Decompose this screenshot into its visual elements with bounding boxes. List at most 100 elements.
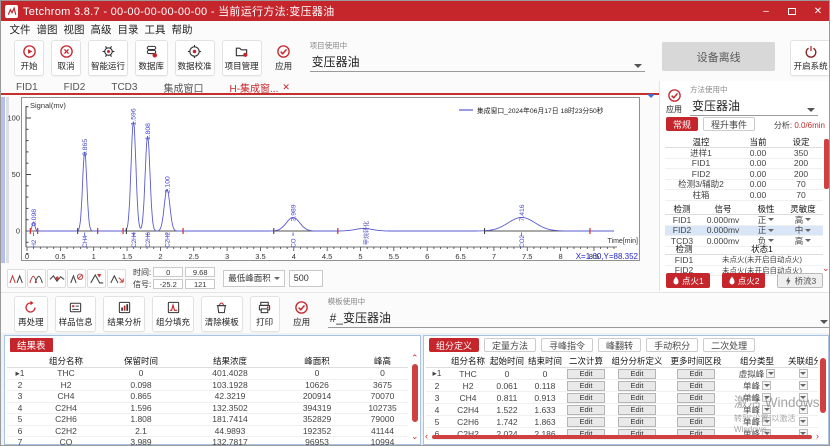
power-on-button[interactable]: 开启系统 bbox=[790, 40, 830, 76]
chromatogram-chart[interactable]: 05010000.511.522.533.544.555.566.577.588… bbox=[1, 97, 643, 263]
time-segments-edit-button[interactable]: Edit bbox=[677, 369, 715, 379]
maximize-button[interactable] bbox=[779, 1, 805, 21]
results-tab[interactable]: 结果表 bbox=[10, 338, 53, 352]
temperature-row[interactable]: 进样10.00350 bbox=[665, 148, 823, 159]
results-row[interactable]: 6C2H22.144.989319235241144 bbox=[7, 426, 408, 438]
chevron-down-icon bbox=[768, 218, 774, 221]
time-segments-edit-button[interactable]: Edit bbox=[677, 381, 715, 391]
tab-component-definition[interactable]: 组分定义 bbox=[429, 338, 479, 352]
menu-item[interactable]: 高级 bbox=[90, 22, 112, 37]
panel-scrollbar[interactable] bbox=[824, 139, 829, 189]
menu-item[interactable]: 视图 bbox=[63, 22, 85, 37]
scroll-up-chevron[interactable]: ⌃ bbox=[411, 354, 419, 362]
related-component-select[interactable] bbox=[788, 369, 818, 378]
results-row[interactable]: 7CO3.989132.78179695310994 bbox=[7, 437, 408, 446]
analysis-definition-edit-button[interactable]: Edit bbox=[618, 405, 656, 415]
component-type-select[interactable]: 单峰 bbox=[726, 380, 788, 392]
definition-hscrollbar[interactable] bbox=[432, 435, 812, 439]
tab-close-icon[interactable]: ✕ bbox=[282, 82, 290, 93]
analysis-definition-edit-button[interactable]: Edit bbox=[618, 417, 656, 427]
definition-row[interactable]: ▸1THC00 Edit Edit Edit 虚拟峰 bbox=[426, 368, 818, 380]
ignite1-button[interactable]: 点火1 bbox=[666, 273, 710, 288]
project-select[interactable]: 项目使用中 变压器油 bbox=[310, 40, 645, 72]
tab-peak-search[interactable]: 寻峰指令 bbox=[541, 338, 593, 352]
tab-peak-flip[interactable]: 峰翻转 bbox=[598, 338, 641, 352]
component-type-select[interactable]: 虚拟峰 bbox=[726, 368, 788, 380]
bridge-current-button[interactable]: 桥流3 bbox=[777, 273, 823, 288]
results-row[interactable]: ▸1THC0401.402800 bbox=[7, 368, 408, 380]
analysis-definition-edit-button[interactable]: Edit bbox=[618, 393, 656, 403]
tab-general[interactable]: 常规 bbox=[666, 117, 698, 131]
secondary-calc-edit-button[interactable]: Edit bbox=[567, 393, 605, 403]
smart-run-button[interactable]: 智能运行 bbox=[88, 40, 128, 76]
sample-info-button[interactable]: 样品信息 bbox=[55, 296, 97, 332]
results-scrollbar[interactable] bbox=[412, 364, 418, 422]
result-analysis-button[interactable]: 结果分析 bbox=[103, 296, 145, 332]
print-button[interactable]: 打印 bbox=[250, 296, 280, 332]
min-peak-area-value-field[interactable]: 500 bbox=[289, 270, 323, 287]
database-button[interactable]: 数据库 bbox=[135, 40, 168, 76]
signal-min-field[interactable]: -25.2 bbox=[153, 279, 183, 289]
time-segments-edit-button[interactable]: Edit bbox=[677, 417, 715, 427]
results-row[interactable]: 5C2H61.808181.741435282979000 bbox=[7, 414, 408, 426]
scroll-left-chevron[interactable]: ‹ bbox=[425, 431, 428, 441]
time-segments-edit-button[interactable]: Edit bbox=[677, 393, 715, 403]
cancel-icon bbox=[59, 44, 74, 59]
tab-list-dropdown[interactable] bbox=[647, 85, 655, 103]
calibrate-button[interactable]: 数据校准 bbox=[175, 40, 215, 76]
scroll-down-chevron[interactable]: ⌄ bbox=[411, 432, 419, 440]
device-offline-button[interactable]: 设备离线 bbox=[662, 42, 775, 71]
maximize-icon bbox=[788, 8, 796, 15]
time-end-field[interactable]: 9.68 bbox=[185, 267, 215, 277]
related-component-select[interactable] bbox=[788, 381, 818, 390]
tab-quantify-method[interactable]: 定量方法 bbox=[484, 338, 536, 352]
menu-item[interactable]: 目录 bbox=[117, 22, 139, 37]
menu-item[interactable]: 谱图 bbox=[36, 22, 58, 37]
results-row[interactable]: 3CH40.86542.321920091470070 bbox=[7, 391, 408, 403]
apply-project-button[interactable]: 应用 bbox=[269, 40, 299, 76]
apply-method-button[interactable]: 应用 bbox=[666, 88, 682, 116]
tab-program-events[interactable]: 程升事件 bbox=[703, 117, 755, 131]
min-peak-area-select[interactable]: 最低峰面积 bbox=[223, 270, 285, 287]
start-button[interactable]: 开始 bbox=[14, 40, 44, 76]
analysis-definition-edit-button[interactable]: Edit bbox=[618, 369, 656, 379]
component-fill-button[interactable]: 组分填充 bbox=[152, 296, 194, 332]
method-select[interactable]: 方法使用中 变压器油 bbox=[690, 84, 818, 116]
project-button[interactable]: 项目管理 bbox=[222, 40, 262, 76]
peak-merge-tool-button[interactable] bbox=[27, 269, 46, 288]
tab-fid2[interactable]: FID2 bbox=[64, 82, 86, 93]
tab-secondary-processing[interactable]: 二次处理 bbox=[703, 338, 755, 352]
temperature-row[interactable]: 柱箱0.0070 bbox=[665, 190, 823, 201]
menu-item[interactable]: 文件 bbox=[9, 22, 31, 37]
time-start-field[interactable]: 0 bbox=[153, 267, 183, 277]
results-row[interactable]: 4C2H41.596132.3502394319102735 bbox=[7, 403, 408, 415]
secondary-calc-edit-button[interactable]: Edit bbox=[567, 381, 605, 391]
secondary-calc-edit-button[interactable]: Edit bbox=[567, 405, 605, 415]
clear-template-button[interactable]: 清除模板 bbox=[201, 296, 243, 332]
close-button[interactable]: ✕ bbox=[805, 1, 830, 21]
signal-max-field[interactable]: 121 bbox=[185, 279, 215, 289]
peak-end-tool-button[interactable] bbox=[107, 269, 126, 288]
cancel-button[interactable]: 取消 bbox=[51, 40, 81, 76]
baseline-tool-button[interactable] bbox=[47, 269, 66, 288]
peak-start-tool-button[interactable] bbox=[87, 269, 106, 288]
peak-delete-tool-button[interactable] bbox=[67, 269, 86, 288]
temperature-row[interactable]: FID10.00200 bbox=[665, 159, 823, 170]
tab-tcd3[interactable]: TCD3 bbox=[111, 82, 137, 93]
apply-template-button[interactable]: 应用 bbox=[287, 296, 317, 332]
secondary-calc-edit-button[interactable]: Edit bbox=[567, 417, 605, 427]
secondary-calc-edit-button[interactable]: Edit bbox=[567, 369, 605, 379]
ignite2-button[interactable]: 点火2 bbox=[722, 273, 766, 288]
analysis-definition-edit-button[interactable]: Edit bbox=[618, 381, 656, 391]
reprocess-button[interactable]: 再处理 bbox=[14, 296, 48, 332]
minimize-button[interactable]: – bbox=[753, 1, 779, 21]
tab-fid1[interactable]: FID1 bbox=[16, 82, 38, 93]
tab-underline bbox=[1, 93, 659, 95]
menu-item[interactable]: 帮助 bbox=[171, 22, 193, 37]
results-row[interactable]: 2H20.098103.1928106263675 bbox=[7, 380, 408, 392]
time-segments-edit-button[interactable]: Edit bbox=[677, 405, 715, 415]
template-select[interactable]: 模板使用中 #_变压器油 bbox=[328, 296, 830, 328]
tab-manual-integration[interactable]: 手动积分 bbox=[646, 338, 698, 352]
peak-split-tool-button[interactable] bbox=[7, 269, 26, 288]
menu-item[interactable]: 工具 bbox=[144, 22, 166, 37]
